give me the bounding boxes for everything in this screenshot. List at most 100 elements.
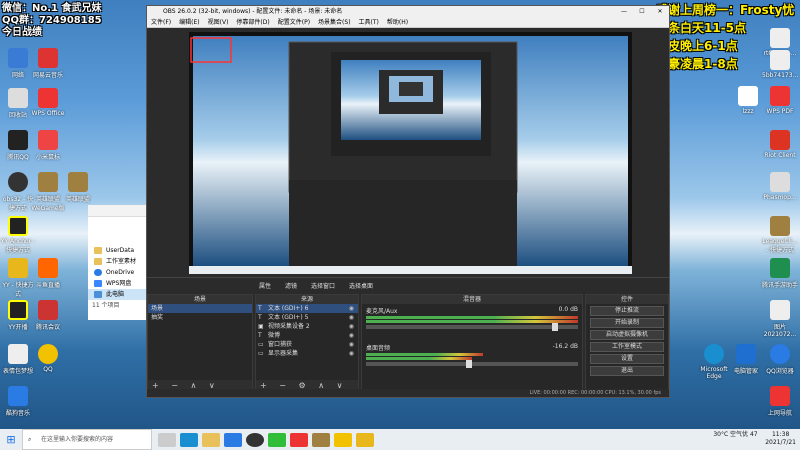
kugou-icon: [8, 386, 28, 406]
desktop-icon-douyu[interactable]: 斗鱼直播: [30, 258, 66, 289]
menu-view[interactable]: 视图(V): [208, 18, 229, 27]
menu-scene-collection[interactable]: 场景集合(S): [318, 18, 351, 27]
mixer-dock: 混音器 麦克风/Aux 0.0 dB 桌面音频 -16.2 dB: [361, 294, 583, 392]
explorer-icon[interactable]: [202, 432, 220, 447]
windows-start-icon[interactable]: ⊞: [0, 433, 22, 446]
source-item[interactable]: T 微博 ◉: [256, 331, 358, 340]
desktop-icon-wps[interactable]: WPS Office: [30, 88, 66, 117]
eye-icon[interactable]: ◉: [349, 349, 354, 358]
obs-taskbar-icon[interactable]: [246, 432, 264, 447]
obs-icon: [8, 172, 28, 192]
stop-streaming-button[interactable]: 停止推流: [590, 306, 664, 316]
explorer-item-thispc[interactable]: 此电脑: [88, 289, 146, 300]
obs-window-title: OBS 26.0.2 (32-bit, windows) - 配置文件: 未命名…: [163, 8, 343, 15]
desktop-icon-lzzz[interactable]: lzzz: [730, 86, 766, 115]
source-item[interactable]: ▭ 窗口捕获 ◉: [256, 340, 358, 349]
exit-button[interactable]: 退出: [590, 366, 664, 376]
obs-preview[interactable]: [189, 32, 632, 274]
desktop-icon-wps-pdf[interactable]: WPS PDF: [762, 86, 798, 115]
file-icon: [8, 344, 28, 364]
eye-icon[interactable]: ◉: [349, 322, 354, 331]
maximize-icon[interactable]: ☐: [633, 6, 651, 18]
studio-mode-button[interactable]: 工作室模式: [590, 342, 664, 352]
properties-button[interactable]: 属性: [259, 281, 271, 290]
virtual-camera-button[interactable]: 启动虚拟摄像机: [590, 330, 664, 340]
desktop-icon-image[interactable]: 图片 2021072...: [762, 300, 798, 338]
settings-button[interactable]: 设置: [590, 354, 664, 364]
eye-icon[interactable]: ◉: [349, 304, 354, 313]
menu-edit[interactable]: 编辑(E): [179, 18, 199, 27]
desktop-icon-nav[interactable]: 上网导航: [762, 386, 798, 417]
folder-icon: [94, 247, 102, 254]
menu-help[interactable]: 帮助(H): [387, 18, 408, 27]
netease-taskbar-icon[interactable]: [290, 432, 308, 447]
obs-window[interactable]: OBS 26.0.2 (32-bit, windows) - 配置文件: 未命名…: [146, 5, 670, 398]
lol-icon: [38, 172, 58, 192]
desktop-icon-pcmgr[interactable]: 电脑管家: [728, 344, 764, 375]
file-icon: [738, 86, 758, 106]
desktop-icon-lol[interactable]: 英雄联盟: [60, 172, 96, 203]
source-item[interactable]: T 文本 (GDI+) 6 ◉: [256, 304, 358, 313]
riot-icon: [770, 130, 790, 150]
menu-docks[interactable]: 停靠部件(D): [236, 18, 269, 27]
menu-file[interactable]: 文件(F): [151, 18, 171, 27]
explorer-item-wpsdrive[interactable]: WPS网盘: [88, 278, 146, 289]
filters-button[interactable]: 滤镜: [285, 281, 297, 290]
qq-icon: [8, 130, 28, 150]
meeting-icon: [38, 300, 58, 320]
minimize-icon[interactable]: —: [615, 6, 633, 18]
explorer-item-count: 11 个项目: [92, 302, 120, 309]
yy-taskbar-icon[interactable]: [356, 432, 374, 447]
source-item[interactable]: ▭ 显示器采集 ◉: [256, 349, 358, 358]
desktop-icon-phasmo[interactable]: Phasmop...: [762, 172, 798, 201]
menu-tools[interactable]: 工具(T): [359, 18, 379, 27]
store-icon[interactable]: [224, 432, 242, 447]
scene-item[interactable]: 场景: [148, 304, 252, 313]
desktop-icon-riot[interactable]: Riot Client: [762, 130, 798, 159]
desktop-icon-leagueclient[interactable]: LeagueCli... - 快捷方式: [762, 216, 798, 254]
obs-title-bar[interactable]: OBS 26.0.2 (32-bit, windows) - 配置文件: 未命名…: [147, 6, 669, 18]
desktop-icon-edge[interactable]: Microsoft Edge: [696, 344, 732, 380]
clock-time: 11:38: [771, 431, 790, 438]
explorer-item-studio[interactable]: 工作室素材: [88, 256, 146, 267]
desktop-icon-mobile-assistant[interactable]: 腾讯手游助手: [762, 258, 798, 289]
start-recording-button[interactable]: 开始录制: [590, 318, 664, 328]
explorer-toolbar: [88, 205, 146, 217]
task-view-icon[interactable]: [158, 432, 176, 447]
file-explorer-window[interactable]: UserData 工作室素材 OneDrive WPS网盘 此电脑 11 个项目: [88, 205, 146, 320]
eye-icon[interactable]: ◉: [349, 331, 354, 340]
taskbar-search[interactable]: ⌕ 在这里输入你要搜索的内容: [22, 429, 152, 450]
select-desktop-button[interactable]: 选择桌面: [349, 281, 373, 290]
desktop-icon-yyanchor[interactable]: YY Anchor - 快捷方式: [0, 216, 36, 254]
eye-icon[interactable]: ◉: [349, 340, 354, 349]
desktop-icon-netease[interactable]: 网易云音乐: [30, 48, 66, 79]
explorer-item-userdata[interactable]: UserData: [88, 245, 146, 256]
volume-slider[interactable]: [366, 323, 578, 331]
lol-taskbar-icon[interactable]: [312, 432, 330, 447]
desktop-icon-meeting[interactable]: 腾讯会议: [30, 300, 66, 331]
edge-icon: [704, 344, 724, 364]
menu-profile[interactable]: 配置文件(P): [278, 18, 310, 27]
desktop-icon-qqbrowser[interactable]: QQ浏览器: [762, 344, 798, 375]
close-icon[interactable]: ✕: [651, 6, 669, 18]
desktop-icon-kugou[interactable]: 酷狗音乐: [0, 386, 36, 417]
weather-text: 30°C 空气优 47: [713, 431, 758, 438]
source-item[interactable]: T 文本 (GDI+) 5 ◉: [256, 313, 358, 322]
explorer-item-onedrive[interactable]: OneDrive: [88, 267, 146, 278]
mixer-channel-mic: 麦克风/Aux 0.0 dB: [362, 304, 582, 331]
obs-status-bar: LIVE: 00:00:00 REC: 00:00:00 CPU: 13.1%,…: [147, 389, 669, 397]
select-window-button[interactable]: 选择窗口: [311, 281, 335, 290]
volume-slider[interactable]: [366, 360, 578, 368]
wps-icon: [38, 88, 58, 108]
wechat-icon[interactable]: [268, 432, 286, 447]
source-item[interactable]: ▣ 视频采集设备 2 ◉: [256, 322, 358, 331]
desktop-icon-qq2[interactable]: QQ: [30, 344, 66, 373]
taskbar: ⊞ ⌕ 在这里输入你要搜索的内容 30°C 空气优 47 11:38 2021/7…: [0, 429, 800, 450]
desktop-icon-mouse[interactable]: 小米鼠标: [30, 130, 66, 161]
scene-item[interactable]: 抽奖: [148, 313, 252, 322]
qq-taskbar-icon[interactable]: [334, 432, 352, 447]
system-tray[interactable]: 30°C 空气优 47 11:38 2021/7/21: [713, 431, 796, 447]
edge-icon[interactable]: [180, 432, 198, 447]
eye-icon[interactable]: ◉: [349, 313, 354, 322]
desktop-icon-file-b[interactable]: 5bb74173...: [762, 50, 798, 79]
